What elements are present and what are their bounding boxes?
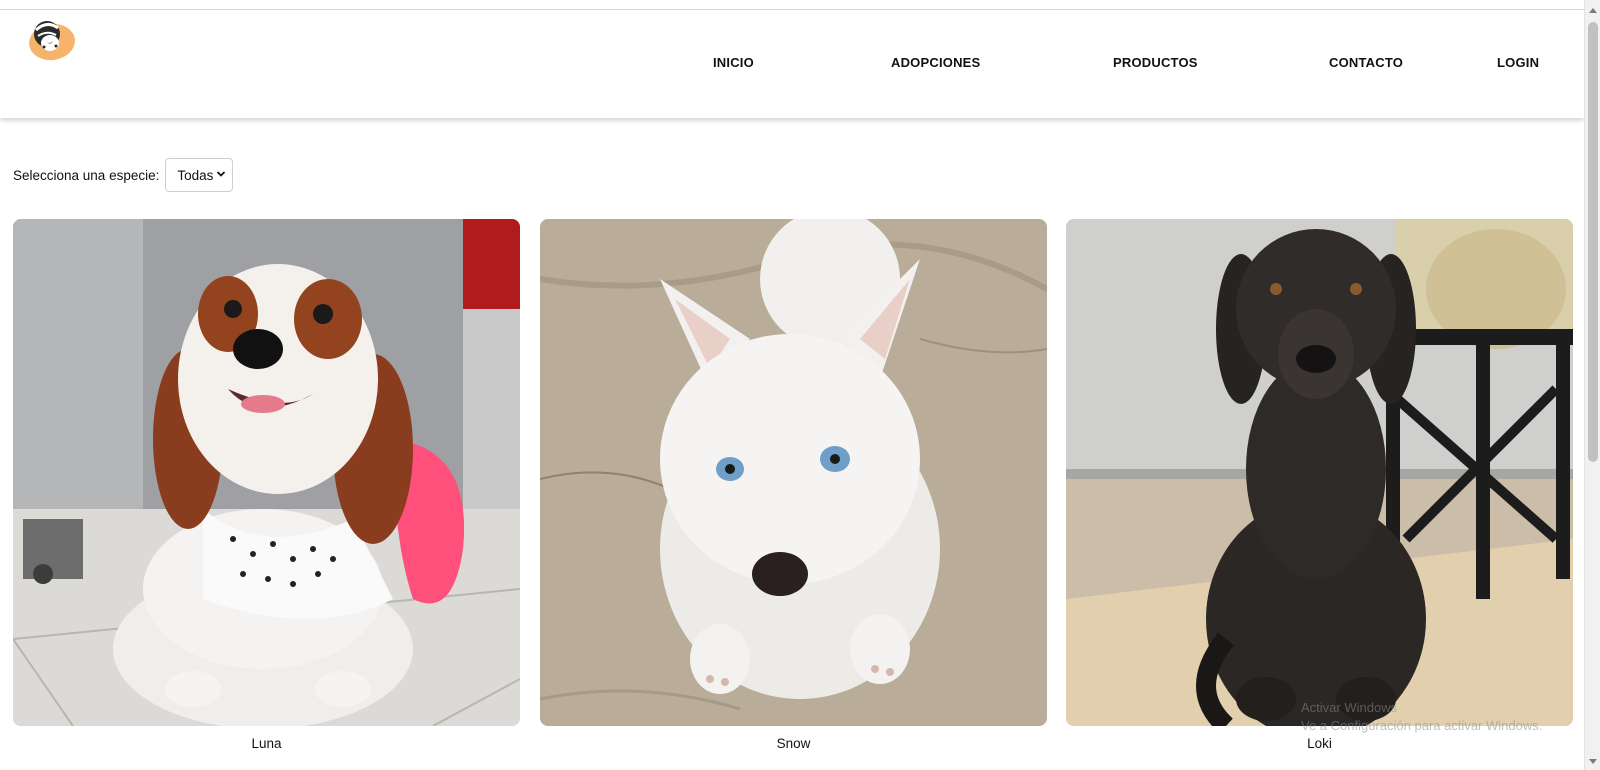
site-header: INICIO ADOPCIONES PRODUCTOS CONTACTO LOG… bbox=[0, 10, 1584, 118]
scroll-down-arrow-icon[interactable] bbox=[1589, 759, 1597, 764]
pet-card-snow[interactable]: Snow bbox=[540, 219, 1047, 751]
paw-cat-logo-icon[interactable] bbox=[27, 16, 77, 62]
nav-adopciones[interactable]: ADOPCIONES bbox=[891, 55, 980, 70]
pet-name-luna: Luna bbox=[251, 736, 282, 751]
chevron-down-icon bbox=[217, 171, 226, 177]
pet-photo-luna[interactable] bbox=[13, 219, 520, 726]
nav-inicio[interactable]: INICIO bbox=[713, 55, 754, 70]
pet-name-snow: Snow bbox=[776, 736, 811, 751]
pet-photo-loki[interactable] bbox=[1066, 219, 1573, 726]
watermark-subtitle: Ve a Configuración para activar Windows. bbox=[1301, 718, 1543, 733]
species-select-value: Todas bbox=[177, 167, 214, 183]
pet-name-loki: Loki bbox=[1307, 736, 1332, 751]
nav-login[interactable]: LOGIN bbox=[1497, 55, 1539, 70]
browser-top-edge bbox=[0, 0, 1584, 10]
species-select[interactable]: Todas bbox=[165, 158, 234, 192]
scroll-up-arrow-icon[interactable] bbox=[1589, 8, 1597, 13]
species-filter-label: Selecciona una especie: bbox=[13, 167, 160, 183]
nav-productos[interactable]: PRODUCTOS bbox=[1113, 55, 1198, 70]
pet-card-luna[interactable]: Luna bbox=[13, 219, 520, 751]
watermark-title: Activar Windows bbox=[1301, 700, 1398, 715]
pet-card-loki[interactable]: Loki bbox=[1066, 219, 1573, 751]
windows-activation-watermark: Activar Windows Ve a Configuración para … bbox=[1301, 699, 1542, 735]
page-scrollbar[interactable] bbox=[1584, 0, 1600, 770]
nav-contacto[interactable]: CONTACTO bbox=[1329, 55, 1403, 70]
scrollbar-thumb[interactable] bbox=[1588, 22, 1598, 462]
species-filter: Selecciona una especie: Todas bbox=[13, 158, 234, 192]
pet-photo-snow[interactable] bbox=[540, 219, 1047, 726]
